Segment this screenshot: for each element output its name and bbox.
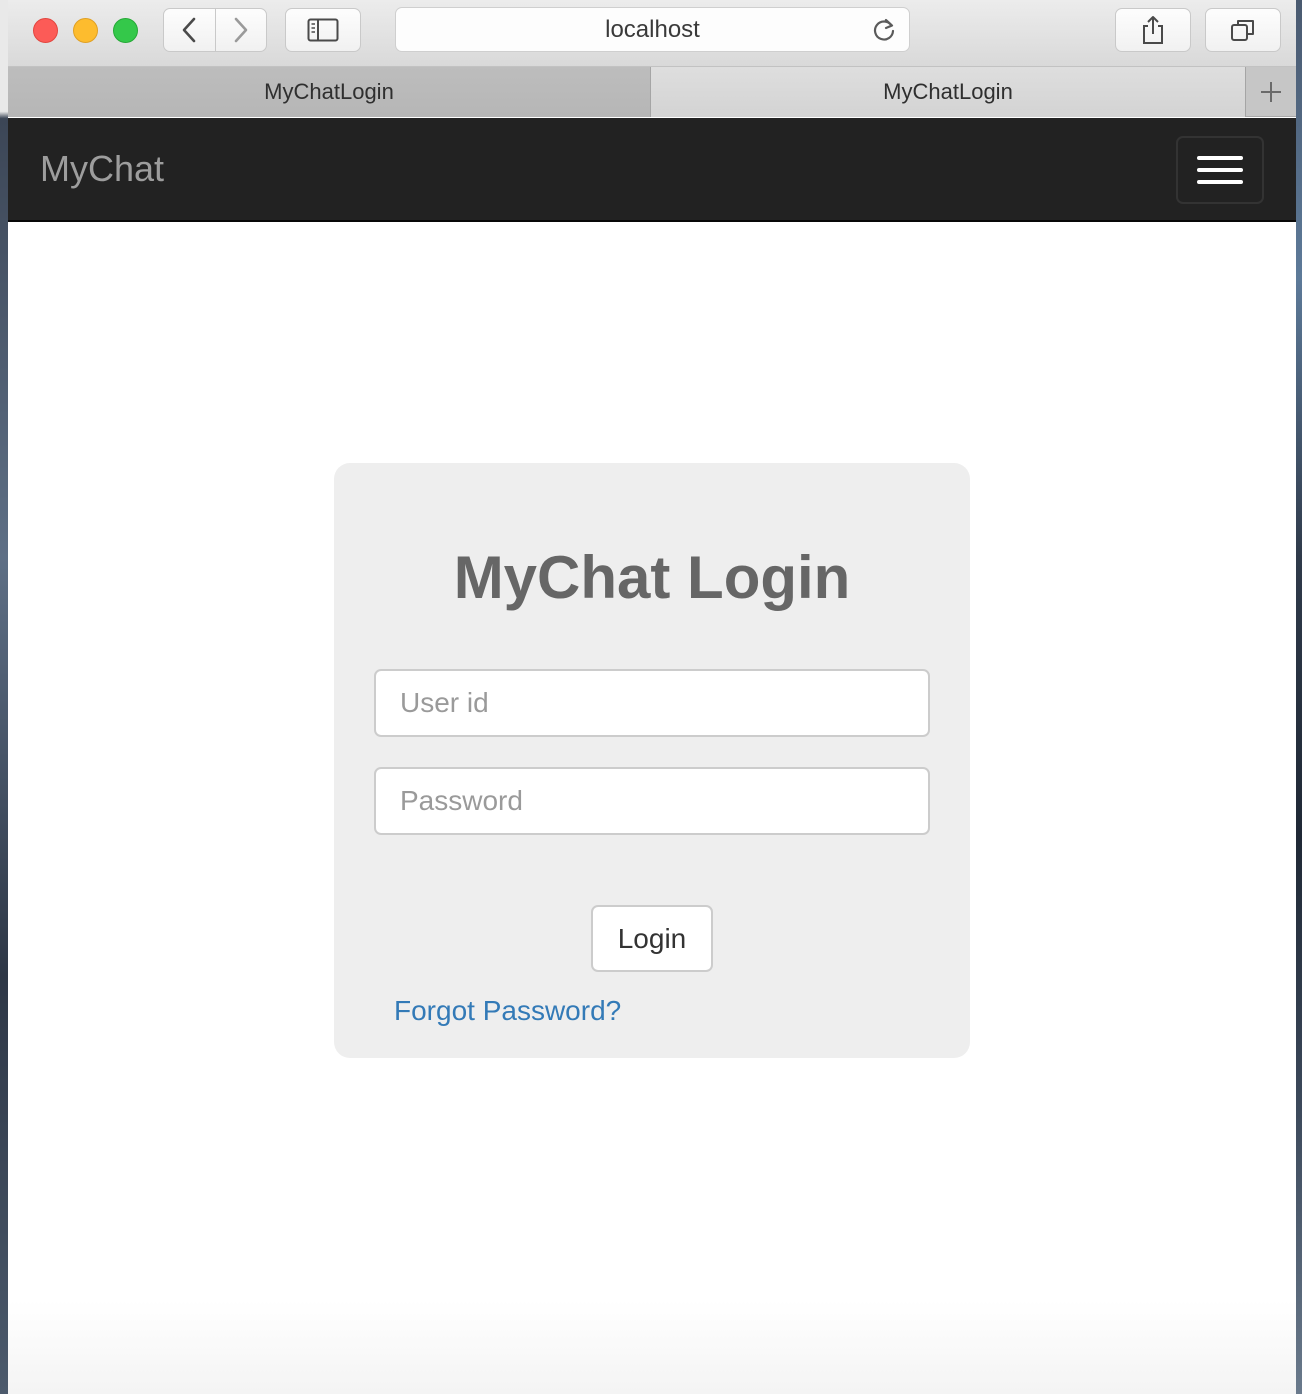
hamburger-bar	[1197, 156, 1243, 160]
back-button[interactable]	[164, 9, 215, 51]
app-navbar: MyChat	[8, 118, 1296, 222]
login-title: MyChat Login	[453, 544, 851, 611]
zoom-window-button[interactable]	[113, 18, 138, 43]
tabs-overview-icon	[1231, 20, 1254, 41]
plus-icon	[1261, 81, 1281, 102]
sidebar-toggle-button[interactable]	[285, 8, 361, 52]
chevron-left-icon	[182, 17, 196, 43]
page-content: MyChat Login Login Forgot Password?	[8, 222, 1296, 1394]
desktop-background-left	[0, 0, 8, 1394]
share-button[interactable]	[1115, 8, 1191, 52]
navbar-brand[interactable]: MyChat	[40, 148, 164, 190]
tab-label: MyChatLogin	[264, 79, 394, 104]
address-text: localhost	[605, 15, 700, 43]
browser-toolbar: localhost	[8, 0, 1296, 67]
desktop-background-right	[1296, 0, 1302, 1394]
chevron-right-icon	[234, 17, 248, 43]
tab-overview-button[interactable]	[1205, 8, 1281, 52]
forgot-password-link[interactable]: Forgot Password?	[394, 995, 621, 1027]
reload-icon[interactable]	[871, 17, 897, 43]
new-tab-button[interactable]	[1246, 67, 1296, 116]
address-bar[interactable]: localhost	[395, 7, 910, 52]
tab-mychatlogin-1[interactable]: MyChatLogin	[8, 67, 651, 117]
hamburger-bar	[1197, 180, 1243, 184]
login-card: MyChat Login Login Forgot Password?	[334, 463, 970, 1058]
browser-window: localhost MyChatLogin MyChatLogin MyChat…	[8, 0, 1296, 1394]
password-input[interactable]	[374, 767, 930, 835]
browser-tab-bar: MyChatLogin MyChatLogin	[8, 67, 1296, 117]
history-navigation	[163, 8, 267, 52]
hamburger-bar	[1197, 168, 1243, 172]
close-window-button[interactable]	[33, 18, 58, 43]
share-icon	[1143, 16, 1163, 44]
user-id-input[interactable]	[374, 669, 930, 737]
navbar-toggle-button[interactable]	[1176, 136, 1264, 204]
login-button[interactable]: Login	[591, 905, 713, 972]
minimize-window-button[interactable]	[73, 18, 98, 43]
forward-button[interactable]	[214, 9, 267, 51]
tab-label: MyChatLogin	[883, 79, 1013, 104]
tab-mychatlogin-2[interactable]: MyChatLogin	[651, 67, 1246, 117]
sidebar-icon	[307, 18, 339, 42]
